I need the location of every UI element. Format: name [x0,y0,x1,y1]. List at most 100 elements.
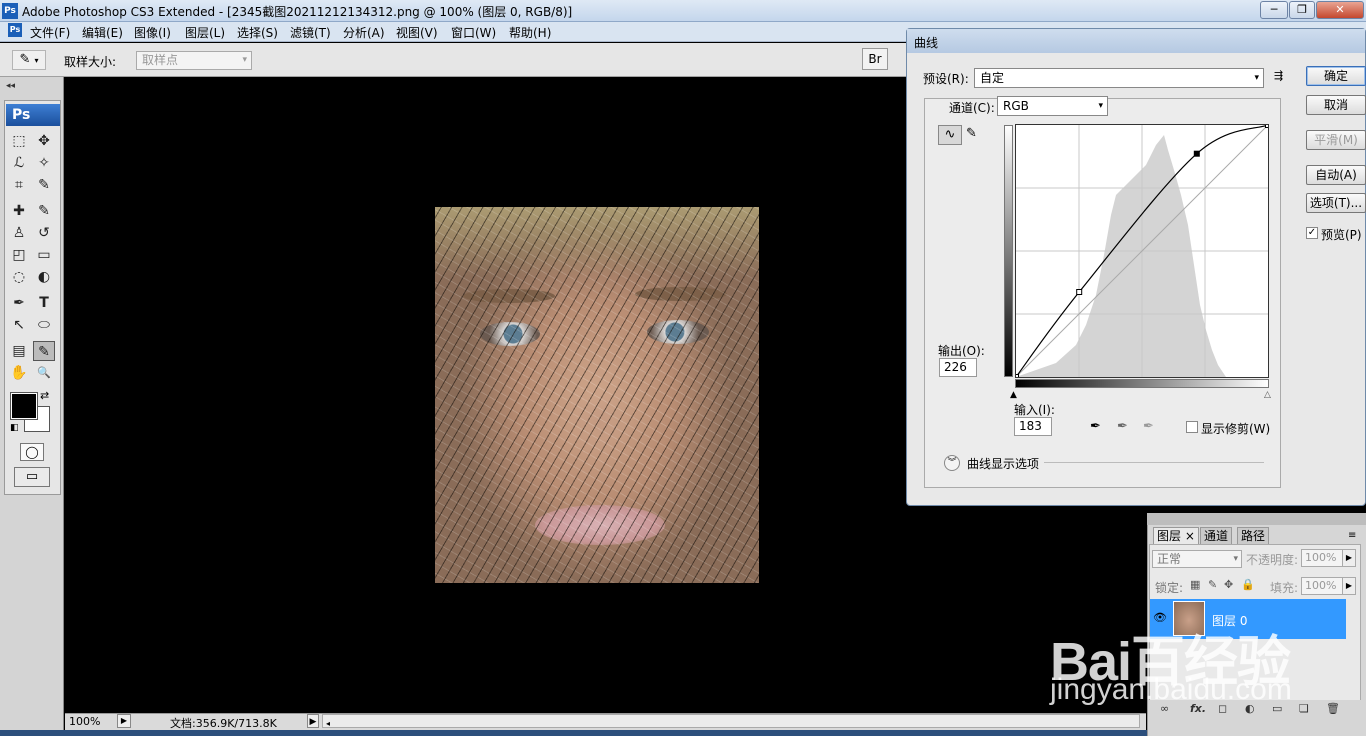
quick-mask-icon[interactable]: ◯ [20,443,44,461]
delete-layer-icon[interactable]: 🗑 [1326,702,1340,715]
divider [1044,462,1264,463]
minimize-button[interactable]: ─ [1260,1,1288,19]
restore-button[interactable]: ❐ [1289,1,1315,19]
status-info-icon[interactable]: ▶ [117,714,131,728]
pencil-mode-icon[interactable]: ✎ [966,126,977,141]
horizontal-scrollbar[interactable]: ◂ [322,714,1140,728]
white-point-eyedropper-icon[interactable]: ✒ [1143,419,1154,434]
menu-edit[interactable]: 编辑(E) [82,24,123,41]
move-tool-icon[interactable]: ✥ [33,131,55,151]
marquee-tool-icon[interactable]: ⬚ [8,131,30,151]
preview-checkbox[interactable]: ✓ [1306,227,1318,239]
preset-label: 预设(R): [923,72,969,86]
histogram [1016,135,1226,377]
lock-all-icon[interactable]: 🔒 [1241,578,1255,591]
tab-paths[interactable]: 路径 [1237,527,1270,544]
scroll-left-icon[interactable]: ◂ [323,719,330,728]
history-brush-tool-icon[interactable]: ↺ [33,223,55,243]
cancel-button[interactable]: 取消 [1306,95,1366,115]
pen-tool-icon[interactable]: ✒ [8,293,30,313]
curve-mode-icon[interactable]: ∿ [938,125,962,145]
curves-graph[interactable] [1013,122,1271,380]
tab-layers[interactable]: 图层 × [1153,527,1199,544]
shape-tool-icon[interactable]: ⬭ [33,315,55,335]
menu-file[interactable]: 文件(F) [30,24,70,41]
status-menu-arrow-icon[interactable]: ▶ [307,714,319,728]
lock-transparent-icon[interactable]: ▦ [1190,578,1200,591]
ok-button[interactable]: 确定 [1306,66,1366,86]
curves-graph-svg[interactable] [1013,122,1271,380]
collapse-icon[interactable]: ◂◂ [6,81,15,91]
preset-select[interactable]: 自定 ▾ [974,68,1264,88]
menu-filter[interactable]: 滤镜(T) [290,24,331,41]
eyedropper-tool-icon[interactable]: ✎ [33,341,55,361]
app-icon: Ps [2,3,18,19]
curve-point-active[interactable] [1193,150,1200,157]
black-point-eyedropper-icon[interactable]: ✒ [1090,419,1101,434]
stamp-tool-icon[interactable]: ♙ [8,223,30,243]
lasso-tool-icon[interactable]: ℒ [8,153,30,173]
zoom-level[interactable]: 100% [69,715,100,728]
fill-slider-arrow-icon[interactable]: ▶ [1342,577,1356,595]
dodge-tool-icon[interactable]: ◐ [33,267,55,287]
menu-select[interactable]: 选择(S) [237,24,278,41]
document-icon[interactable]: Ps [8,23,22,37]
eyedropper-preset-icon[interactable]: ✎ ▾ [12,50,46,70]
gradient-tool-icon[interactable]: ▭ [33,245,55,265]
blur-tool-icon[interactable]: ◌ [8,267,30,287]
type-tool-icon[interactable]: T [33,293,55,313]
curve-point[interactable] [1265,122,1271,128]
lock-image-icon[interactable]: ✎ [1208,578,1217,591]
new-layer-icon[interactable]: ❏ [1299,702,1309,715]
notes-tool-icon[interactable]: ▤ [8,341,30,361]
input-gradient-bar [1015,379,1269,388]
tab-channels[interactable]: 通道 [1200,527,1233,544]
options-button[interactable]: 选项(T)... [1306,193,1366,213]
curve-point[interactable] [1013,374,1019,380]
panel-menu-icon[interactable]: ≡ [1348,530,1356,541]
menu-layer[interactable]: 图层(L) [185,24,225,41]
menu-image[interactable]: 图像(I) [134,24,171,41]
sample-size-select[interactable]: 取样点 ▾ [136,51,252,70]
bridge-icon[interactable]: Br [862,48,888,70]
opacity-slider-arrow-icon[interactable]: ▶ [1342,549,1356,567]
gray-point-eyedropper-icon[interactable]: ✒ [1117,419,1128,434]
channel-select[interactable]: RGB ▾ [997,96,1108,116]
curves-titlebar[interactable] [907,29,1365,53]
expand-icon[interactable]: ︾ [944,455,960,471]
zoom-tool-icon[interactable]: 🔍 [33,363,55,383]
layers-panel-header[interactable] [1147,513,1366,525]
white-point-slider[interactable]: △ [1264,390,1271,400]
opacity-field[interactable]: 100% [1301,549,1343,567]
smooth-button[interactable]: 平滑(M) [1306,130,1366,150]
curve-display-options-label[interactable]: 曲线显示选项 [967,455,1039,472]
input-field[interactable]: 183 [1014,417,1052,436]
fill-field[interactable]: 100% [1301,577,1343,595]
auto-button[interactable]: 自动(A) [1306,165,1366,185]
preset-menu-icon[interactable]: ⇶ [1274,69,1283,82]
default-colors-icon[interactable]: ◧ [10,423,19,433]
screen-mode-icon[interactable]: ▭ [14,467,50,487]
menu-analysis[interactable]: 分析(A) [343,24,385,41]
swap-colors-icon[interactable]: ⇄ [40,389,49,402]
curve-point[interactable] [1076,289,1083,295]
menu-help[interactable]: 帮助(H) [509,24,551,41]
crop-tool-icon[interactable]: ⌗ [8,175,30,195]
brush-tool-icon[interactable]: ✎ [33,201,55,221]
channel-label: 通道(C): [947,99,997,116]
healing-tool-icon[interactable]: ✚ [8,201,30,221]
show-clipping-checkbox[interactable] [1186,421,1198,433]
menu-window[interactable]: 窗口(W) [451,24,496,41]
eraser-tool-icon[interactable]: ◰ [8,245,30,265]
black-point-slider[interactable]: ▲ [1010,390,1017,400]
magic-wand-tool-icon[interactable]: ✧ [33,153,55,173]
slice-tool-icon[interactable]: ✎ [33,175,55,195]
lock-position-icon[interactable]: ✥ [1224,578,1233,591]
foreground-color-swatch[interactable] [10,392,38,420]
output-field[interactable]: 226 [939,358,977,377]
blend-mode-select[interactable]: 正常 ▾ [1152,550,1242,568]
hand-tool-icon[interactable]: ✋ [8,363,30,383]
path-select-tool-icon[interactable]: ↖ [8,315,30,335]
menu-view[interactable]: 视图(V) [396,24,438,41]
close-button[interactable]: ✕ [1316,1,1364,19]
